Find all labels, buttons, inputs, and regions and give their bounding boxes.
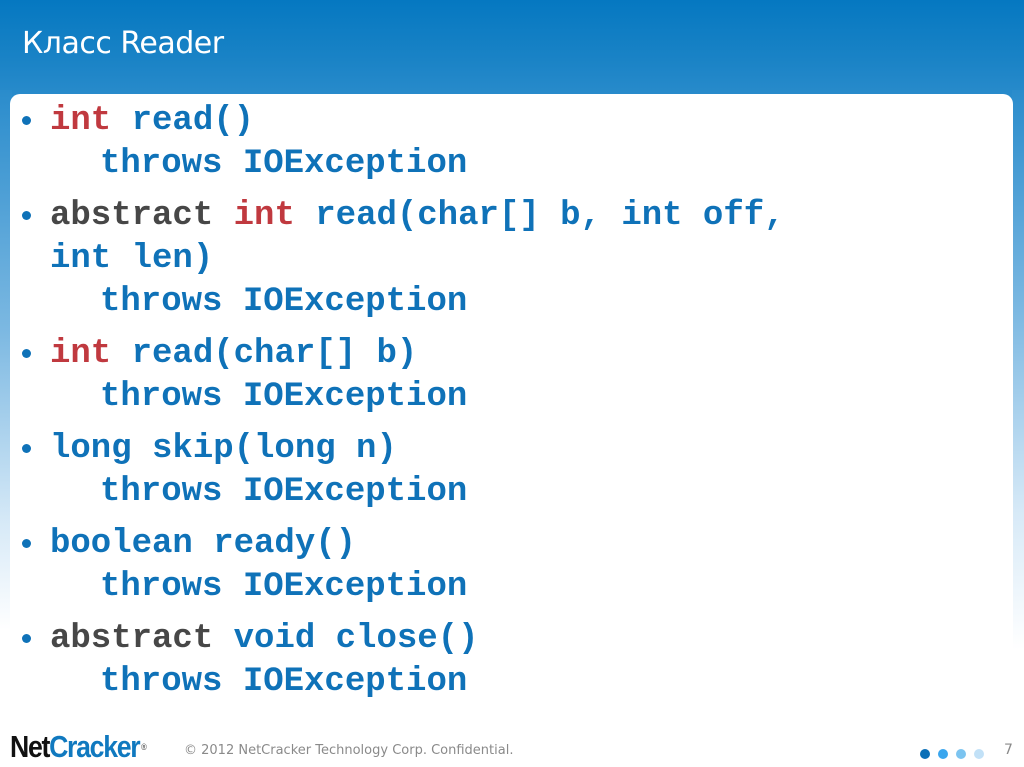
type-keyword: int [233,197,295,235]
bullet-dot-icon [22,349,31,358]
code-line: int len) [50,238,785,281]
registered-mark-icon: ® [141,742,147,752]
code-text: read() [111,102,255,140]
logo-text-net: Net [10,729,50,764]
code-line: boolean ready() [50,523,785,566]
type-keyword: int [50,102,112,140]
method-item: boolean ready() throws IOException [18,523,785,609]
pager-dot-icon [938,749,948,759]
pager-dot-icon [920,749,930,759]
code-text: boolean ready() [50,525,357,563]
method-item: abstract void close() throws IOException [18,618,785,704]
right-accent-strip [1012,90,1024,650]
logo-text-cracker: Cracker [49,729,141,764]
pager-dot-icon [974,749,984,759]
code-line: throws IOException [50,566,785,609]
bullet-dot-icon [22,539,31,548]
code-text: throws IOException [100,145,468,183]
code-text: throws IOException [100,473,468,511]
method-item: abstract int read(char[] b, int off, int … [18,195,785,324]
code-line: int read() [50,100,785,143]
code-text: throws IOException [100,283,468,321]
code-text: read(char[] b, int off, [294,197,785,235]
pager-dots [920,749,984,759]
method-item: int read() throws IOException [18,100,785,186]
code-text: void close() [213,620,479,658]
method-list: int read() throws IOException abstract int… [18,100,785,713]
bullet-dot-icon [22,444,31,453]
code-text: long skip(long n) [50,430,397,468]
code-line: throws IOException [50,471,785,514]
bullet-dot-icon [22,211,31,220]
code-line: abstract void close() [50,618,785,661]
type-keyword: int [50,335,112,373]
page-number: 7 [1004,742,1013,758]
copyright-text: © 2012 NetCracker Technology Corp. Confi… [184,743,514,758]
method-item: long skip(long n) throws IOException [18,428,785,514]
code-line: int read(char[] b) [50,333,785,376]
bullet-dot-icon [22,634,31,643]
code-line: throws IOException [50,143,785,186]
code-text: int len) [50,240,214,278]
code-text: throws IOException [100,663,468,701]
code-line: long skip(long n) [50,428,785,471]
bullet-dot-icon [22,116,31,125]
code-line: abstract int read(char[] b, int off, [50,195,785,238]
method-item: int read(char[] b) throws IOException [18,333,785,419]
slide-title: Класс Reader [22,26,224,61]
modifier-keyword: abstract [50,620,214,658]
slide: Класс Reader int read() throws IOExceptio… [0,0,1024,767]
pager-dot-icon [956,749,966,759]
code-text: read(char[] b) [111,335,418,373]
code-line: throws IOException [50,376,785,419]
netcracker-logo: NetCracker ® [10,730,147,764]
modifier-keyword: abstract [50,197,214,235]
code-text: throws IOException [100,568,468,606]
code-line: throws IOException [50,281,785,324]
code-line: throws IOException [50,661,785,704]
code-text: throws IOException [100,378,468,416]
